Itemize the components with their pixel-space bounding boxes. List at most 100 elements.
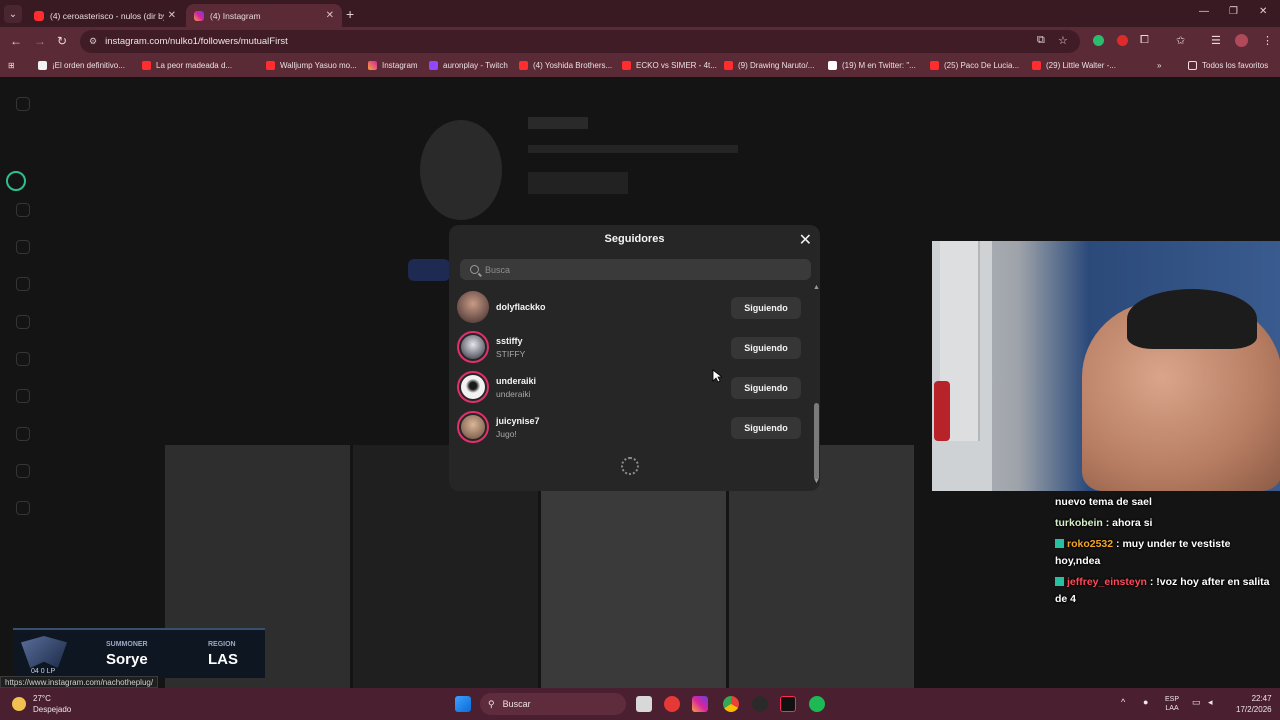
summoner-overlay: 04 0 LP SUMMONER Sorye REGION LAS [13,628,265,678]
tab-ceroasterisco[interactable]: (4) ceroasterisco - nulos (dir by ✕ [26,4,184,27]
bookmark-item[interactable]: ECKO vs SIMER - 4t... [622,61,717,70]
extension-green-icon[interactable] [1093,35,1104,46]
bookmark-item[interactable]: (4) Yoshida Brothers... [519,61,612,70]
modal-scrollbar[interactable]: ▲ ▼ [813,284,820,485]
back-icon[interactable]: ← [10,34,22,48]
list-item[interactable]: dolyflackko Siguiendo [449,289,811,325]
bookmark-item[interactable]: ¡El orden definitivo... [38,61,125,70]
volume-icon[interactable]: ◂ [1208,697,1213,708]
list-item[interactable]: underaiki underaiki Siguiendo [449,369,811,405]
bookmark-item[interactable]: Instagram [368,61,418,70]
favorites-icon[interactable]: ✩ [1176,34,1185,47]
extensions-puzzle-icon[interactable]: ⧠ [1140,34,1149,47]
obs-icon[interactable] [752,696,768,712]
lp-value: 0 LP [40,668,56,675]
youtube-icon [34,10,44,21]
youtube-icon [622,61,631,70]
language-indicator[interactable]: ESP LAA [1165,695,1179,713]
menu-dots-icon[interactable]: ⋮ [1262,34,1273,47]
all-favorites-folder[interactable]: Todos los favoritos [1188,61,1268,70]
sidebar-messages [16,277,42,291]
scroll-thumb[interactable] [814,403,819,480]
close-window-icon[interactable]: ✕ [1259,6,1267,17]
modal-title: Seguidores [604,233,665,245]
close-icon[interactable]: ✕ [799,230,812,250]
site-info-icon[interactable]: ⚙ [89,36,97,47]
install-app-icon[interactable]: ⧉ [1037,34,1045,47]
minimize-icon[interactable]: — [1199,6,1209,17]
bookmark-star-icon[interactable]: ☆ [1058,34,1068,47]
forward-icon[interactable]: → [34,34,46,48]
close-tab-icon[interactable]: ✕ [168,10,176,21]
sidebar-reels [16,240,42,254]
following-button[interactable]: Siguiendo [731,377,801,399]
tray-overflow-icon[interactable]: ^ [1121,697,1125,707]
subscriber-badge-icon [1055,577,1064,586]
avatar[interactable] [457,291,489,323]
youtube-icon [519,61,528,70]
bookmark-item[interactable]: Walljump Yasuo mo... [266,61,357,70]
scroll-up-icon[interactable]: ▲ [813,284,820,291]
app-red-icon[interactable] [664,696,680,712]
search-box[interactable] [460,259,811,280]
reading-list-icon[interactable]: ☰ [1211,34,1221,47]
avatar[interactable] [457,411,489,443]
extension-red-icon[interactable] [1117,35,1128,46]
tab-search-button[interactable]: ⌄ [4,5,22,23]
address-bar[interactable]: ⚙ instagram.com/nulko1/followers/mutualF… [80,30,1080,53]
chrome-icon[interactable] [723,696,739,712]
tab-strip: ⌄ (4) ceroasterisco - nulos (dir by ✕ (4… [0,0,1280,27]
x-twitter-icon [828,61,837,70]
follower-username[interactable]: sstiffy [496,336,523,346]
restore-icon[interactable]: ❐ [1229,6,1238,17]
following-button[interactable]: Siguiendo [731,297,801,319]
file-explorer-icon[interactable] [636,696,652,712]
sidebar-create [16,427,42,441]
network-icon[interactable]: ▭ [1192,697,1201,708]
follower-fullname: underaiki [496,389,531,399]
sidebar-explore [16,352,42,366]
instagram-icon[interactable] [692,696,708,712]
taskbar-search[interactable]: ⚲ Buscar [480,693,626,715]
tab-instagram[interactable]: (4) Instagram ✕ [186,4,342,27]
taskbar-clock[interactable]: 22:47 17/2/2026 [1236,693,1272,715]
windows-taskbar: 27°C Despejado ⚲ Buscar ^ ● ESP LAA ▭ ◂ … [0,688,1280,720]
instagram-logo-icon [16,97,42,111]
bookmark-item[interactable]: (19) M en Twitter: "... [828,61,916,70]
close-tab-icon[interactable]: ✕ [326,10,334,21]
bookmark-item[interactable]: (9) Drawing Naruto/... [724,61,814,70]
bookmark-item[interactable]: La peor madeada d... [142,61,232,70]
bookmark-item[interactable]: auronplay - Twitch [429,61,508,70]
following-button[interactable]: Siguiendo [731,417,801,439]
new-tab-button[interactable]: + [346,6,354,22]
weather-widget[interactable]: 27°C Despejado [12,693,71,715]
bookmark-favicon [38,61,47,70]
list-item[interactable]: juicynise7 Jugo! Siguiendo [449,409,811,445]
tiktok-icon[interactable] [780,696,796,712]
bookmark-item[interactable]: (29) Little Walter -... [1032,61,1116,70]
bookmarks-overflow-icon[interactable]: » [1157,61,1161,70]
youtube-icon [724,61,733,70]
profile-avatar-icon[interactable] [1235,34,1248,47]
instagram-icon [368,61,377,70]
profile-username-dim [528,117,588,129]
spotify-icon[interactable] [809,696,825,712]
avatar[interactable] [457,331,489,363]
following-button[interactable]: Siguiendo [731,337,801,359]
bookmark-item[interactable]: (25) Paco De Lucia... [930,61,1019,70]
apps-grid-icon[interactable]: ⊞ [8,61,15,70]
avatar[interactable] [457,371,489,403]
scroll-down-icon[interactable]: ▼ [813,478,820,485]
list-item[interactable]: sstiffy STIFFY Siguiendo [449,329,811,365]
follower-username[interactable]: juicynise7 [496,416,540,426]
summoner-label: SUMMONER [106,641,148,648]
youtube-icon [930,61,939,70]
reload-icon[interactable]: ↻ [57,34,67,48]
follower-username[interactable]: dolyflackko [496,302,546,312]
extension-atom-icon[interactable] [6,171,26,191]
follower-username[interactable]: underaiki [496,376,536,386]
windows-start-icon[interactable] [455,696,471,712]
sidebar-search [16,315,42,329]
search-input[interactable] [485,264,785,275]
microphone-icon[interactable]: ● [1143,697,1148,707]
